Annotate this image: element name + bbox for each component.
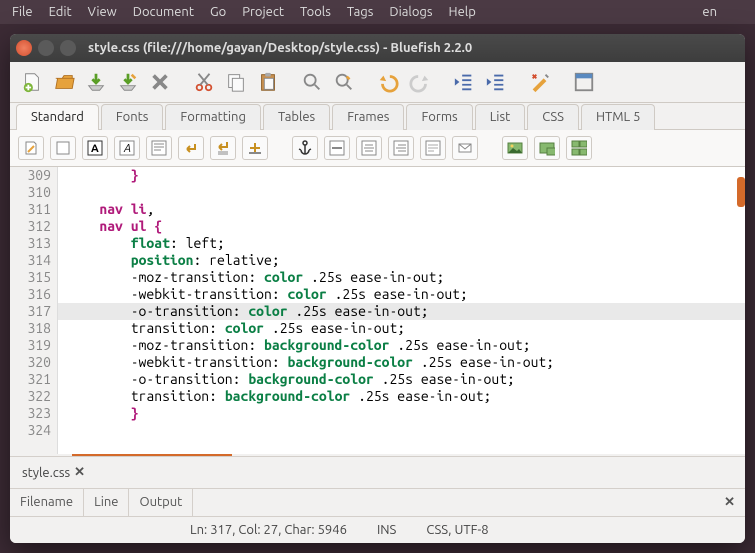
window-maximize-button[interactable]	[60, 40, 76, 56]
tab-formatting[interactable]: Formatting	[165, 104, 261, 130]
find-icon[interactable]	[298, 68, 326, 96]
code-editor[interactable]: 3093103113123133143153163173183193203213…	[10, 167, 745, 454]
tab-standard[interactable]: Standard	[16, 104, 99, 130]
save-icon[interactable]	[82, 68, 110, 96]
new-file-icon[interactable]	[18, 68, 46, 96]
code-line[interactable]	[58, 422, 745, 439]
tab-tables[interactable]: Tables	[263, 104, 330, 130]
document-tabbar: style.css ✕	[10, 456, 745, 488]
menu-tools[interactable]: Tools	[292, 3, 339, 21]
close-tab-icon[interactable]: ✕	[74, 465, 85, 480]
code-line[interactable]: -moz-transition: background-color .25s e…	[58, 337, 745, 354]
output-pane-header: Filename Line Output ✕	[10, 488, 745, 516]
code-line[interactable]: }	[58, 405, 745, 422]
menu-edit[interactable]: Edit	[41, 3, 80, 21]
body-icon[interactable]	[50, 136, 76, 160]
code-area[interactable]: } nav li, nav ul { float: left; position…	[58, 167, 745, 454]
code-line[interactable]: -o-transition: color .25s ease-in-out;	[58, 303, 745, 320]
category-tabbar: StandardFontsFormattingTablesFramesForms…	[10, 103, 745, 130]
code-line[interactable]: transition: background-color .25s ease-i…	[58, 388, 745, 405]
sub-toolbar: A A	[10, 130, 745, 167]
window-titlebar[interactable]: style.css (file:///home/gayan/Desktop/st…	[10, 34, 745, 62]
output-close-icon[interactable]: ✕	[714, 489, 745, 516]
open-file-icon[interactable]	[50, 68, 78, 96]
code-line[interactable]: -webkit-transition: color .25s ease-in-o…	[58, 286, 745, 303]
nbsp-icon[interactable]	[242, 136, 268, 160]
window-minimize-button[interactable]	[38, 40, 54, 56]
global-menubar: FileEditViewDocumentGoProjectToolsTagsDi…	[0, 0, 755, 24]
tab-css[interactable]: CSS	[527, 104, 579, 130]
keyboard-lang: en	[702, 5, 717, 19]
rule-icon[interactable]	[324, 136, 350, 160]
comment-icon[interactable]	[420, 136, 446, 160]
output-col-output[interactable]: Output	[129, 489, 193, 516]
rightalign-icon[interactable]	[388, 136, 414, 160]
menu-file[interactable]: File	[4, 3, 41, 21]
menu-help[interactable]: Help	[441, 3, 484, 21]
menu-go[interactable]: Go	[202, 3, 234, 21]
menu-project[interactable]: Project	[234, 3, 292, 21]
bold-icon[interactable]: A	[82, 136, 108, 160]
fullscreen-icon[interactable]	[570, 68, 598, 96]
tab-fonts[interactable]: Fonts	[101, 104, 164, 130]
thumbnail-icon[interactable]	[534, 136, 560, 160]
center-icon[interactable]	[356, 136, 382, 160]
menu-document[interactable]: Document	[125, 3, 202, 21]
code-line[interactable]: -moz-transition: color .25s ease-in-out;	[58, 269, 745, 286]
cut-icon[interactable]	[190, 68, 218, 96]
code-line[interactable]: }	[58, 167, 745, 184]
status-encoding[interactable]: CSS, UTF-8	[426, 523, 488, 537]
paragraph-icon[interactable]	[146, 136, 172, 160]
menu-dialogs[interactable]: Dialogs	[381, 3, 440, 21]
status-position: Ln: 317, Col: 27, Char: 5946	[190, 523, 347, 537]
line-gutter: 3093103113123133143153163173183193203213…	[10, 167, 58, 454]
code-line[interactable]: transition: color .25s ease-in-out;	[58, 320, 745, 337]
window-title: style.css (file:///home/gayan/Desktop/st…	[88, 41, 472, 55]
svg-text:A: A	[123, 143, 131, 155]
document-tab-label: style.css	[22, 466, 70, 480]
code-line[interactable]: -o-transition: background-color .25s eas…	[58, 371, 745, 388]
tab-html-5[interactable]: HTML 5	[581, 104, 656, 130]
code-line[interactable]: float: left;	[58, 235, 745, 252]
quickstart-icon[interactable]	[18, 136, 44, 160]
document-tab[interactable]: style.css ✕	[18, 463, 89, 482]
image-icon[interactable]	[502, 136, 528, 160]
code-line[interactable]: nav ul {	[58, 218, 745, 235]
keyboard-indicator[interactable]: en	[699, 5, 717, 19]
multithumb-icon[interactable]	[566, 136, 592, 160]
indent-icon[interactable]	[482, 68, 510, 96]
statusbar: Ln: 317, Col: 27, Char: 5946 INS CSS, UT…	[10, 516, 745, 543]
breakclear-icon[interactable]	[210, 136, 236, 160]
copy-icon[interactable]	[222, 68, 250, 96]
output-col-filename[interactable]: Filename	[10, 489, 84, 516]
unindent-icon[interactable]	[450, 68, 478, 96]
main-toolbar	[10, 62, 745, 103]
code-line[interactable]	[58, 184, 745, 201]
scrollbar-thumb[interactable]	[737, 177, 745, 207]
tab-forms[interactable]: Forms	[406, 104, 472, 130]
tab-list[interactable]: List	[475, 104, 526, 130]
find-replace-icon[interactable]	[330, 68, 358, 96]
output-col-line[interactable]: Line	[84, 489, 129, 516]
bluefish-window: style.css (file:///home/gayan/Desktop/st…	[10, 34, 745, 543]
window-close-button[interactable]	[16, 40, 32, 56]
italic-icon[interactable]: A	[114, 136, 140, 160]
menu-tags[interactable]: Tags	[339, 3, 382, 21]
close-file-icon[interactable]	[146, 68, 174, 96]
menu-view[interactable]: View	[80, 3, 125, 21]
email-icon[interactable]	[452, 136, 478, 160]
preferences-icon[interactable]	[526, 68, 554, 96]
anchor-icon[interactable]	[292, 136, 318, 160]
redo-icon[interactable]	[406, 68, 434, 96]
code-line[interactable]: -webkit-transition: background-color .25…	[58, 354, 745, 371]
status-insert-mode[interactable]: INS	[377, 523, 396, 537]
svg-text:A: A	[91, 143, 99, 155]
tab-frames[interactable]: Frames	[332, 104, 404, 130]
break-icon[interactable]	[178, 136, 204, 160]
code-line[interactable]: position: relative;	[58, 252, 745, 269]
undo-icon[interactable]	[374, 68, 402, 96]
paste-icon[interactable]	[254, 68, 282, 96]
save-as-icon[interactable]	[114, 68, 142, 96]
code-line[interactable]: nav li,	[58, 201, 745, 218]
